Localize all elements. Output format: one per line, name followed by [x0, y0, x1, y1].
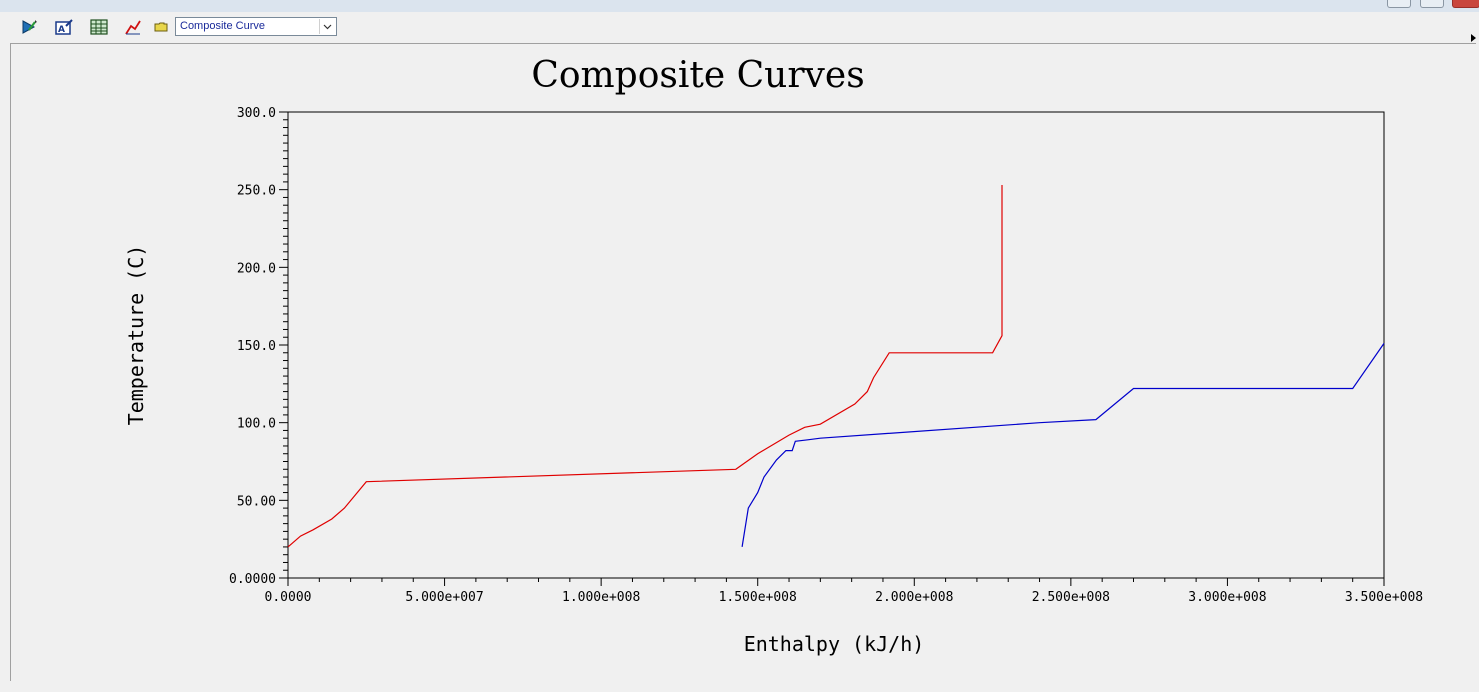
composite-curves-chart: Composite Curves 0.0000 50.00 100.0 150.0 20…: [124, 55, 1423, 656]
y-tick-label: 250.0: [237, 184, 276, 199]
y-tick-label: 300.0: [237, 106, 276, 121]
table-view-icon: [90, 19, 108, 35]
x-axis: 0.0000 5.000e+007 1.000e+008 1.500e+008 2.00…: [265, 578, 1423, 605]
graph-properties-icon: A: [55, 19, 73, 35]
table-view-button[interactable]: [88, 17, 110, 37]
close-button[interactable]: [1452, 0, 1479, 8]
cursor-icon: [125, 20, 141, 35]
cold-composite-curve: [741, 343, 1385, 547]
minimize-button[interactable]: [1387, 0, 1411, 8]
cursor-tool-button[interactable]: [122, 17, 144, 37]
x-tick-label: 3.500e+008: [1345, 590, 1423, 605]
expand-arrow-icon[interactable]: [1471, 34, 1476, 42]
y-axis: 0.0000 50.00 100.0 150.0 200.0 250.0 300.0: [229, 106, 288, 587]
x-tick-label: 5.000e+007: [405, 590, 483, 605]
x-tick-label: 3.000e+008: [1188, 590, 1266, 605]
y-axis-label: Temperature (C): [124, 245, 148, 426]
edit-graph-button[interactable]: [18, 17, 40, 37]
x-tick-label: 1.000e+008: [562, 590, 640, 605]
x-tick-label: 1.500e+008: [719, 590, 797, 605]
y-tick-label: 150.0: [237, 339, 276, 354]
toolbar: A Composite Curve: [0, 12, 1479, 42]
open-folder-button[interactable]: [151, 17, 173, 37]
chevron-down-icon[interactable]: [319, 19, 335, 34]
chart-series: [287, 185, 1385, 548]
y-tick-label: 50.00: [237, 494, 276, 509]
curve-selector-dropdown[interactable]: Composite Curve: [175, 17, 337, 36]
x-tick-label: 2.500e+008: [1032, 590, 1110, 605]
folder-icon: [154, 22, 168, 32]
plot-area-frame: Composite Curves 0.0000 50.00 100.0 150.0 20…: [10, 43, 1476, 681]
y-tick-label: 200.0: [237, 261, 276, 276]
hot-composite-curve: [287, 185, 1003, 548]
graph-properties-button[interactable]: A: [53, 17, 75, 37]
y-tick-label: 0.0000: [229, 572, 276, 587]
chart-title: Composite Curves: [531, 55, 864, 96]
x-tick-label: 0.0000: [265, 590, 312, 605]
y-tick-label: 100.0: [237, 417, 276, 432]
curve-selector-value: Composite Curve: [180, 20, 265, 32]
maximize-button[interactable]: [1420, 0, 1444, 8]
x-tick-label: 2.000e+008: [875, 590, 953, 605]
svg-text:A: A: [58, 25, 65, 35]
edit-graph-icon: [22, 20, 37, 34]
x-axis-label: Enthalpy (kJ/h): [744, 632, 925, 656]
plot-border: [287, 111, 1385, 579]
